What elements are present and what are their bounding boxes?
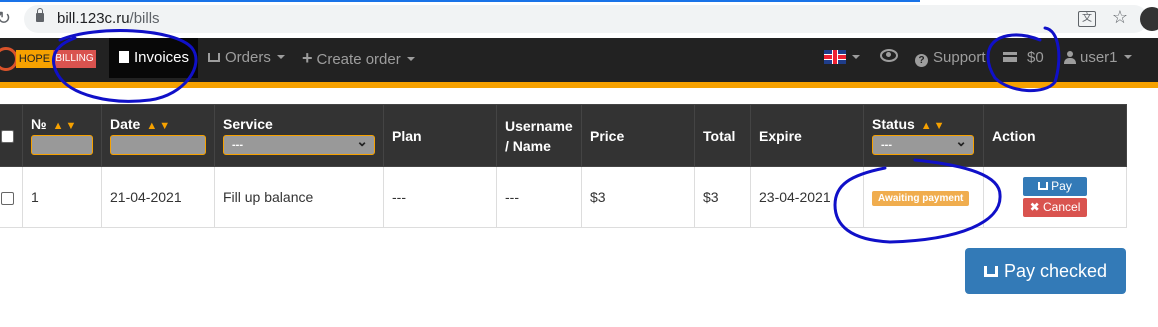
language-selector[interactable]	[824, 38, 860, 78]
nav-invoices-label: Invoices	[134, 49, 190, 66]
pay-checked-button[interactable]: Pay checked	[965, 248, 1126, 294]
cell-username: ---	[496, 166, 582, 228]
header-number[interactable]: № ▲▼	[22, 104, 102, 167]
nav-orders-label: Orders	[225, 49, 271, 66]
header-status[interactable]: Status ▲▼ ---	[863, 104, 984, 167]
header-total: Total	[694, 104, 751, 167]
address-bar[interactable]: bill.123c.ru/bills 文 ☆	[24, 5, 1148, 33]
cell-expire: 23-04-2021	[750, 166, 864, 228]
nav-invoices[interactable]: Invoices	[109, 38, 198, 78]
brand-right: BILLING	[53, 50, 96, 68]
credit-card-icon	[1003, 52, 1017, 62]
reload-icon[interactable]: ↻	[0, 8, 14, 28]
user-name: user1	[1080, 49, 1118, 66]
nav-create-order-label: Create order	[316, 51, 401, 68]
row-checkbox[interactable]	[1, 191, 14, 205]
nav-support[interactable]: ? Support	[915, 38, 986, 78]
service-filter-select[interactable]: ---	[223, 132, 375, 155]
question-circle-icon: ?	[915, 54, 928, 67]
sort-arrows-icon[interactable]: ▲▼	[53, 120, 79, 132]
cell-plan: ---	[383, 166, 497, 228]
header-price: Price	[581, 104, 695, 167]
header-action: Action	[983, 104, 1127, 167]
close-icon: ✖	[1029, 200, 1044, 214]
browser-profile-avatar[interactable]	[1140, 7, 1158, 31]
header-action-label: Action	[992, 127, 1036, 144]
url-text[interactable]: bill.123c.ru/bills	[57, 10, 160, 27]
nav-orders[interactable]: Orders	[208, 38, 285, 78]
document-icon	[119, 51, 129, 63]
cell-total: $3	[694, 166, 751, 228]
date-filter-input[interactable]	[110, 135, 206, 155]
top-navbar: HOPE BILLING Invoices Orders + Create ord…	[0, 38, 1158, 82]
translate-icon[interactable]: 文	[1078, 11, 1096, 27]
view-toggle[interactable]	[880, 38, 898, 78]
url-path: /bills	[129, 10, 160, 27]
header-total-label: Total	[703, 127, 736, 144]
cart-icon	[208, 53, 220, 62]
table-row: 1 21-04-2021 Fill up balance --- --- $3 …	[0, 166, 1127, 228]
balance-amount: $0	[1027, 49, 1044, 66]
sort-arrows-icon[interactable]: ▲▼	[921, 120, 947, 132]
browser-toolbar: ↻ bill.123c.ru/bills 文 ☆	[0, 0, 1158, 38]
status-filter-select[interactable]: ---	[872, 132, 974, 155]
plus-icon: +	[302, 48, 313, 68]
cell-date: 21-04-2021	[101, 166, 215, 228]
pay-checked-label: Pay checked	[1003, 261, 1108, 281]
pay-button-label: Pay	[1051, 179, 1072, 193]
cell-action: Pay ✖ Cancel	[983, 166, 1127, 228]
cell-number: 1	[22, 166, 102, 228]
header-username-label: Username / Name	[505, 117, 573, 154]
cancel-button-label: Cancel	[1043, 200, 1081, 214]
chevron-down-icon	[852, 55, 860, 59]
cancel-button[interactable]: ✖ Cancel	[1023, 198, 1087, 217]
sort-arrows-icon[interactable]: ▲▼	[146, 120, 172, 132]
nav-balance[interactable]: $0	[1003, 38, 1044, 78]
cell-service: Fill up balance	[214, 166, 384, 228]
select-all-checkbox[interactable]	[1, 130, 14, 144]
user-icon	[1064, 51, 1076, 64]
cart-icon	[983, 266, 998, 277]
header-expire: Expire	[750, 104, 864, 167]
header-expire-label: Expire	[759, 127, 802, 144]
brand-logo[interactable]: HOPE BILLING	[0, 46, 98, 72]
table-header-row: № ▲▼ Date ▲▼ Service --- Plan Username / N…	[0, 104, 1127, 167]
header-plan-label: Plan	[392, 127, 422, 144]
chevron-down-icon	[276, 55, 285, 59]
select-all-header	[0, 104, 23, 167]
header-service: Service ---	[214, 104, 384, 167]
brand-left: HOPE	[16, 50, 53, 68]
header-number-label: №	[31, 116, 47, 132]
header-service-label: Service	[223, 116, 273, 132]
cell-price: $3	[581, 166, 695, 228]
nav-create-order[interactable]: + Create order	[302, 38, 415, 78]
header-date[interactable]: Date ▲▼	[101, 104, 215, 167]
uk-flag-icon	[824, 50, 846, 64]
pay-button[interactable]: Pay	[1023, 177, 1087, 196]
invoices-table: № ▲▼ Date ▲▼ Service --- Plan Username / N…	[0, 104, 1127, 228]
url-host: bill.123c.ru	[57, 10, 130, 27]
header-date-label: Date	[110, 116, 141, 132]
header-status-label: Status	[872, 116, 915, 132]
status-badge: Awaiting payment	[872, 191, 970, 206]
row-select-cell	[0, 166, 23, 228]
cell-status: Awaiting payment	[863, 166, 984, 228]
chevron-down-icon	[1123, 55, 1132, 59]
number-filter-input[interactable]	[31, 135, 93, 155]
header-price-label: Price	[590, 127, 625, 144]
bookmark-star-icon[interactable]: ☆	[1112, 7, 1128, 28]
nav-support-label: Support	[933, 49, 986, 66]
header-plan: Plan	[383, 104, 497, 167]
user-menu[interactable]: user1	[1064, 38, 1132, 78]
header-username: Username / Name	[496, 104, 582, 167]
eye-icon	[880, 49, 898, 62]
lock-icon	[36, 8, 44, 22]
page-load-progress	[0, 0, 920, 2]
chevron-down-icon	[406, 57, 415, 61]
cart-icon	[1038, 182, 1049, 190]
navbar-accent-stripe	[0, 82, 1158, 88]
